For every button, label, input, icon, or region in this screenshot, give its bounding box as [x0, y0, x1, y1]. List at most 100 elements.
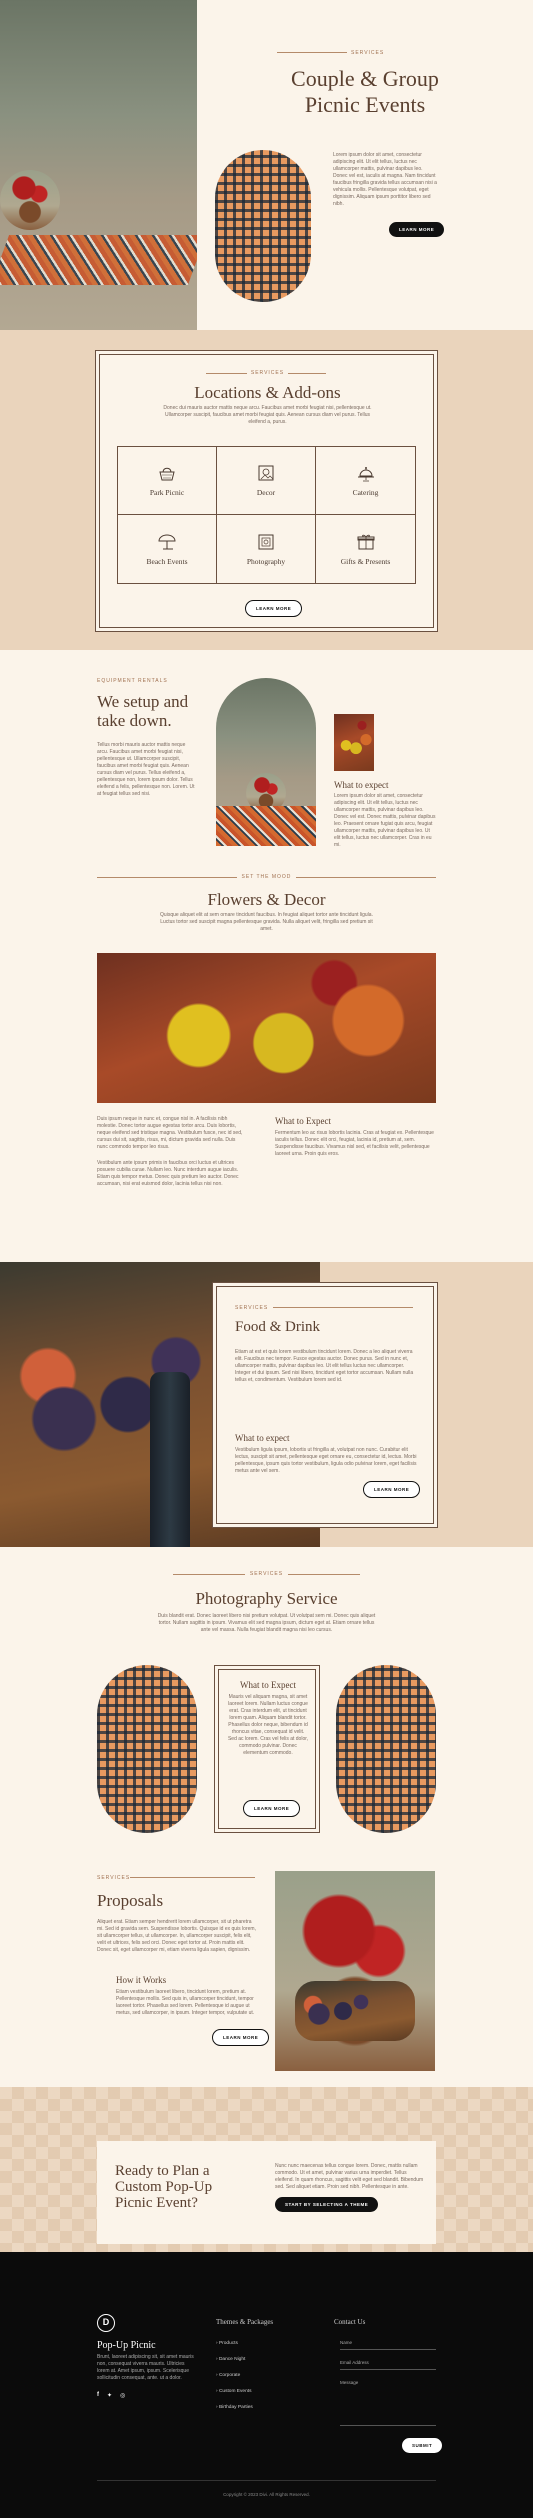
photography-card: What to Expect Mauris vel aliquam magna,…	[214, 1665, 320, 1833]
location-park-picnic[interactable]: Park Picnic	[118, 447, 217, 515]
location-gifts[interactable]: Gifts & Presents	[316, 515, 415, 583]
footer-service-link[interactable]: › Products	[216, 2336, 253, 2352]
locations-eyebrow: services	[246, 370, 289, 376]
hero-learn-more-button[interactable]: LEARN MORE	[389, 222, 445, 237]
footer-social: f ✦ ◎	[97, 2392, 125, 2399]
setup-title: We setup and take down.	[97, 692, 189, 730]
facebook-icon[interactable]: f	[97, 2392, 99, 2399]
footer-brand-body: Brunt, laoreet adipiscing sit, sit amet …	[97, 2354, 194, 2381]
flowers-section: set the mood Flowers & Decor Quisque ali…	[0, 860, 533, 1262]
hero-eyebrow: services	[347, 50, 389, 56]
photography-body: Duis blandit erat. Donec laoreet libero …	[157, 1613, 376, 1633]
food-card: services Food & Drink Etiam at est et qu…	[212, 1282, 438, 1528]
hero-body: Lorem ipsum dolor sit amet, consectetur …	[333, 152, 437, 207]
proposals-title: Proposals	[97, 1891, 164, 1910]
location-label: Photography	[246, 556, 286, 566]
food-title: Food & Drink	[235, 1319, 321, 1335]
food-eyebrow: services	[235, 1305, 269, 1311]
setup-arch-image	[216, 678, 316, 846]
footer-message-input[interactable]: Message	[340, 2376, 436, 2426]
locations-body: Donec dui mauris auctor mattis neque arc…	[163, 405, 372, 425]
footer-logo[interactable]: D	[97, 2314, 115, 2332]
photography-expect-body: Mauris vel aliquam magna, sit amet laore…	[227, 1694, 309, 1756]
flowers-left-body-1: Duis ipsum neque in nunc et, congue nisl…	[97, 1116, 243, 1150]
footer-services-list: › Products › Dance Night › Corporate › C…	[216, 2336, 253, 2416]
flowers-title: Flowers & Decor	[207, 890, 326, 909]
locations-title: Locations & Add-ons	[194, 383, 341, 402]
flowers-left-body-2: Vestibulum ante ipsum primis in faucibus…	[97, 1160, 239, 1187]
proposals-learn-more-button[interactable]: LEARN MORE	[212, 2029, 270, 2046]
footer-copyright: Copyright © 2023 Divi. All Rights Reserv…	[223, 2492, 310, 2497]
photography-learn-more-button[interactable]: LEARN MORE	[243, 1800, 301, 1817]
location-label: Park Picnic	[149, 488, 185, 497]
cta-card: Ready to Plan a Custom Pop-Up Picnic Eve…	[97, 2141, 436, 2244]
food-body: Etiam at est et quis lorem vestibulum ti…	[235, 1349, 414, 1383]
footer-submit-button[interactable]: SUBMIT	[402, 2438, 443, 2453]
locations-section: services Locations & Add-ons Donec dui m…	[0, 330, 533, 650]
cta-section: Ready to Plan a Custom Pop-Up Picnic Eve…	[0, 2087, 533, 2252]
proposals-image	[275, 1871, 435, 2071]
photography-right-image	[336, 1665, 436, 1833]
proposals-how-body: Etiam vestibulum laoreet libero, tincidu…	[116, 1989, 255, 2016]
proposals-section: services Proposals Aliquet erat. Etiam s…	[0, 1857, 533, 2087]
footer-service-link[interactable]: › Custom Events	[216, 2384, 253, 2400]
footer-services-title: Themes & Packages	[216, 2318, 274, 2326]
location-label: Catering	[352, 488, 379, 497]
hero-title: Couple & Group Picnic Events	[291, 66, 439, 117]
photography-expect-title: What to Expect	[240, 1680, 296, 1690]
hero-plaid-image	[215, 150, 311, 302]
beach-umbrella-icon	[158, 534, 176, 549]
setup-section: equipment rentals We setup and take down…	[0, 650, 533, 860]
food-learn-more-button[interactable]: LEARN MORE	[363, 1481, 421, 1498]
cta-start-button[interactable]: START BY SELECTING A THEME	[275, 2197, 379, 2212]
cta-body: Nunc nunc maecenas tellus congue lorem. …	[275, 2163, 424, 2190]
photography-section: services Photography Service Duis blandi…	[0, 1547, 533, 1857]
footer-name-input[interactable]: Name	[340, 2336, 436, 2350]
hero-blanket-image	[0, 235, 207, 285]
location-decor[interactable]: Decor	[217, 447, 316, 515]
photography-eyebrow: services	[244, 1571, 289, 1577]
food-expect-body: Vestibulum ligula ipsum, lobortis ut fri…	[235, 1447, 417, 1474]
picture-frame-icon	[258, 465, 274, 481]
location-label: Decor	[256, 488, 276, 497]
proposals-how-title: How it Works	[116, 1975, 167, 1985]
food-expect-title: What to expect	[235, 1433, 290, 1443]
wine-bottle-image	[150, 1372, 190, 1547]
footer-contact-title: Contact Us	[334, 2318, 366, 2326]
twitter-icon[interactable]: ✦	[107, 2392, 112, 2399]
location-catering[interactable]: Catering	[316, 447, 415, 515]
locations-grid: Park Picnic Decor Catering Beach Events …	[117, 446, 416, 584]
setup-expect-title: What to expect	[334, 780, 389, 790]
flowers-body: Quisque aliquet elit at sem ornare tinci…	[160, 912, 373, 932]
footer-service-link[interactable]: › Birthday Parties	[216, 2400, 253, 2416]
location-photography[interactable]: Photography	[217, 515, 316, 583]
footer-service-link[interactable]: › Dance Night	[216, 2352, 253, 2368]
footer: D Pop-Up Picnic Brunt, laoreet adipiscin…	[0, 2252, 533, 2518]
photography-title: Photography Service	[195, 1589, 338, 1608]
location-label: Beach Events	[146, 556, 188, 566]
gift-icon	[357, 534, 374, 549]
flowers-banner-image	[97, 953, 436, 1103]
instagram-icon[interactable]: ◎	[120, 2392, 125, 2399]
flowers-expect-body: Fermentum leo ac risus lobortis lacinia.…	[275, 1130, 434, 1157]
locations-learn-more-button[interactable]: LEARN MORE	[245, 600, 303, 617]
setup-expect-body: Lorem ipsum dolor sit amet, consectetur …	[334, 793, 436, 848]
hero-image	[0, 0, 207, 330]
picnic-basket-icon	[159, 467, 175, 481]
camera-frame-icon	[258, 534, 274, 549]
flowers-eyebrow: set the mood	[236, 874, 297, 880]
proposals-body: Aliquet erat. Etiam semper hendrerit lor…	[97, 1919, 256, 1953]
footer-email-input[interactable]: Email Address	[340, 2356, 436, 2370]
hero-flowers-image	[0, 170, 60, 230]
proposals-eyebrow: services	[97, 1875, 131, 1881]
footer-brand: Pop-Up Picnic	[97, 2340, 156, 2351]
serving-dish-icon	[357, 467, 374, 482]
photography-left-image	[97, 1665, 197, 1833]
hero-section: services Couple & Group Picnic Events Lo…	[0, 0, 533, 330]
setup-small-image	[334, 714, 374, 771]
locations-card: services Locations & Add-ons Donec dui m…	[95, 350, 438, 632]
location-label: Gifts & Presents	[340, 556, 391, 566]
footer-service-link[interactable]: › Corporate	[216, 2368, 253, 2384]
location-beach-events[interactable]: Beach Events	[118, 515, 217, 583]
flowers-expect-title: What to Expect	[275, 1116, 331, 1126]
